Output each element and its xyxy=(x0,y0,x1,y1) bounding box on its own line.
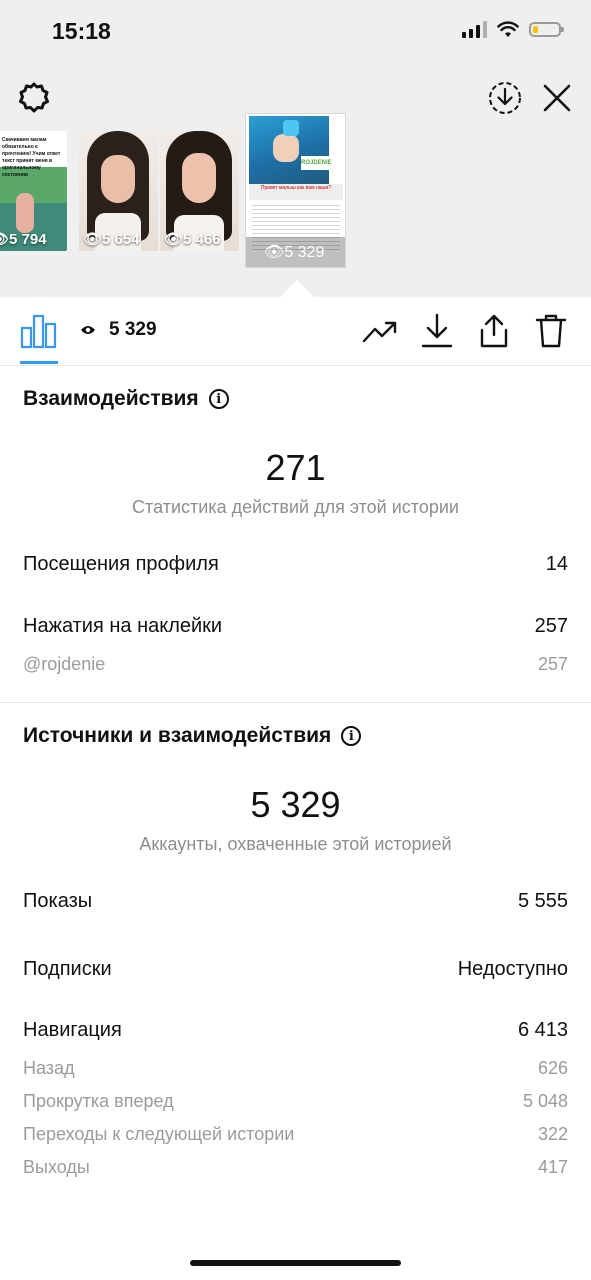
settings-button[interactable] xyxy=(16,80,52,116)
interactions-subtitle: Статистика действий для этой истории xyxy=(132,497,459,517)
row-label: @rojdenie xyxy=(23,654,106,674)
story-thumbnail-selected[interactable]: ROJDENIE Привет малыш как вам наши? 👁5 3… xyxy=(245,113,346,268)
impressions-row: Показы 5 555 xyxy=(23,890,568,913)
sticker-taps-row: Нажатия на наклейки 257 xyxy=(23,615,568,638)
trending-up-icon xyxy=(362,321,397,343)
discovery-title: Источники и взаимодействия i xyxy=(23,724,362,748)
row-value: 626 xyxy=(537,1058,568,1078)
thumbnail-caption: Привет малыш как вам наши? xyxy=(249,184,343,200)
download-circle-icon xyxy=(489,82,521,114)
next-story-row: Переходы к следующей истории 322 xyxy=(23,1124,568,1145)
story-thumbnail[interactable]: 👁5 654 xyxy=(79,131,158,251)
trash-icon xyxy=(535,314,567,348)
story-thumbnail[interactable]: 👁5 466 xyxy=(160,131,239,251)
row-value: 257 xyxy=(537,654,568,674)
status-time: 15:18 xyxy=(52,18,111,44)
row-value: 257 xyxy=(534,615,568,637)
thumbnail-views: 👁5 466 xyxy=(164,231,221,248)
story-thumbnail[interactable]: Скачиваем малам обязательно к прочтению!… xyxy=(0,131,67,251)
row-value: 14 xyxy=(545,553,568,575)
thumbnail-photo: ROJDENIE xyxy=(249,116,332,184)
active-tab-indicator xyxy=(20,361,58,364)
promote-button[interactable] xyxy=(362,313,398,349)
gear-icon xyxy=(19,82,49,113)
discovery-subtitle: Аккаунты, охваченные этой историей xyxy=(139,834,452,854)
status-icons xyxy=(462,20,564,38)
close-icon xyxy=(543,84,571,112)
row-value: 6 413 xyxy=(517,1019,568,1041)
download-icon xyxy=(421,313,453,348)
thumbnail-overlay-text: Скачиваем малам обязательно к прочтению!… xyxy=(2,137,61,178)
row-value: Недоступно xyxy=(457,958,568,980)
row-value: 5 555 xyxy=(517,890,568,912)
follows-row: Подписки Недоступно xyxy=(23,958,568,981)
thumbnail-views: 👁5 654 xyxy=(83,231,140,248)
discovery-total: 5 329 xyxy=(250,784,341,825)
delete-button[interactable] xyxy=(533,313,569,349)
row-label: Назад xyxy=(23,1058,75,1078)
navigation-row: Навигация 6 413 xyxy=(23,1019,568,1042)
signal-icon xyxy=(462,20,487,38)
bar-chart-icon xyxy=(20,314,57,349)
row-label: Навигация xyxy=(23,1019,122,1041)
story-toolbar: 5 329 xyxy=(0,297,591,366)
interactions-total: 271 xyxy=(265,447,326,488)
sticker-mention-row: @rojdenie 257 xyxy=(23,654,568,675)
profile-visits-row: Посещения профиля 14 xyxy=(23,553,568,576)
insights-tab[interactable] xyxy=(20,313,58,349)
download-button[interactable] xyxy=(419,313,455,349)
row-value: 322 xyxy=(537,1124,568,1144)
info-icon[interactable]: i xyxy=(208,389,229,409)
save-story-button[interactable] xyxy=(487,80,523,116)
views-eye-icon xyxy=(80,323,96,341)
share-button[interactable] xyxy=(476,313,512,349)
share-icon xyxy=(480,314,508,348)
row-value: 5 048 xyxy=(522,1091,568,1111)
row-label: Посещения профиля xyxy=(23,553,219,575)
home-indicator xyxy=(190,1260,401,1266)
battery-icon xyxy=(529,21,564,37)
forward-row: Прокрутка вперед 5 048 xyxy=(23,1091,568,1112)
row-label: Выходы xyxy=(23,1157,90,1177)
thumbnail-views: 👁5 794 xyxy=(0,231,47,248)
row-label: Нажатия на наклейки xyxy=(23,615,223,637)
info-icon[interactable]: i xyxy=(341,726,362,746)
back-row: Назад 626 xyxy=(23,1058,568,1079)
row-label: Показы xyxy=(23,890,93,912)
top-area: 15:18 Скачиваем малам обязательно к проч… xyxy=(0,0,591,297)
section-divider xyxy=(0,702,591,703)
thumbnail-views: 👁5 329 xyxy=(264,244,325,261)
close-button[interactable] xyxy=(539,80,575,116)
row-label: Прокрутка вперед xyxy=(23,1091,174,1111)
exits-row: Выходы 417 xyxy=(23,1157,568,1178)
wifi-icon xyxy=(497,20,519,37)
interactions-title: Взаимодействия i xyxy=(23,387,229,411)
story-thumbnails: Скачиваем малам обязательно к прочтению!… xyxy=(0,113,591,273)
row-label: Подписки xyxy=(23,958,112,980)
row-value: 417 xyxy=(537,1157,568,1177)
row-label: Переходы к следующей истории xyxy=(23,1124,295,1144)
views-count[interactable]: 5 329 xyxy=(109,319,157,341)
